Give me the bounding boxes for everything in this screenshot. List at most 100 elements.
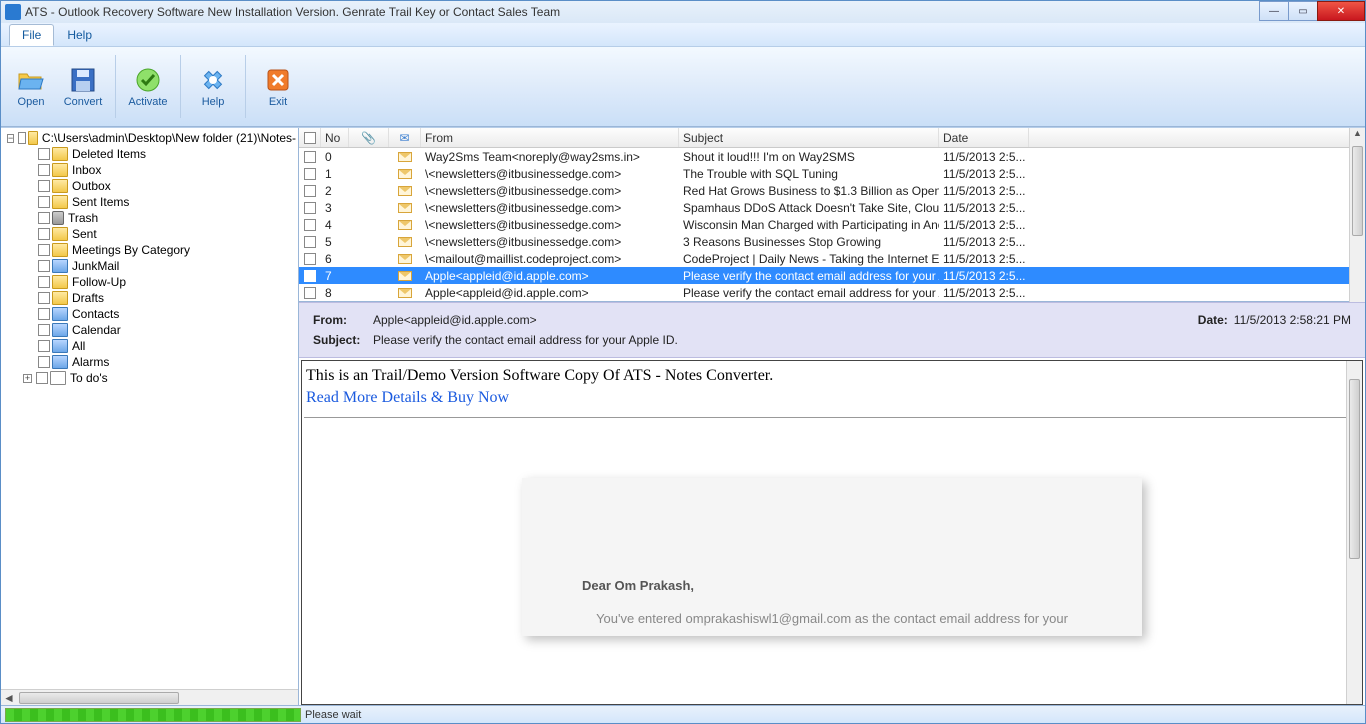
minimize-button[interactable]: —: [1259, 1, 1289, 21]
exit-icon: [264, 66, 292, 94]
tree-item[interactable]: Calendar: [21, 322, 298, 338]
cell-from: Apple<appleid@id.apple.com>: [421, 284, 679, 301]
tree-item[interactable]: JunkMail: [21, 258, 298, 274]
checkbox[interactable]: [38, 308, 50, 320]
tree-item-label: Trash: [66, 210, 98, 226]
horizontal-scrollbar[interactable]: ◄: [1, 689, 298, 705]
checkbox[interactable]: [38, 292, 50, 304]
convert-button[interactable]: Convert: [59, 51, 107, 122]
checkbox[interactable]: [38, 324, 50, 336]
column-checkbox[interactable]: [299, 128, 321, 147]
email-row[interactable]: 1 \<newsletters@itbusinessedge.com> The …: [299, 165, 1365, 182]
column-date[interactable]: Date: [939, 128, 1029, 147]
tree-root[interactable]: − C:\Users\admin\Desktop\New folder (21)…: [5, 130, 298, 146]
folder-open-icon: [17, 66, 45, 94]
tree-item[interactable]: Inbox: [21, 162, 298, 178]
menu-help[interactable]: Help: [54, 24, 105, 46]
folder-icon: [52, 179, 68, 193]
tree-item[interactable]: Sent: [21, 226, 298, 242]
checkbox[interactable]: [38, 196, 50, 208]
tree-item[interactable]: Outbox: [21, 178, 298, 194]
tree-item[interactable]: Trash: [21, 210, 298, 226]
email-row[interactable]: 2 \<newsletters@itbusinessedge.com> Red …: [299, 182, 1365, 199]
tree-item[interactable]: Sent Items: [21, 194, 298, 210]
tree-item[interactable]: Deleted Items: [21, 146, 298, 162]
checkbox[interactable]: [36, 372, 48, 384]
maximize-button[interactable]: ▭: [1288, 1, 1318, 21]
email-row[interactable]: 3 \<newsletters@itbusinessedge.com> Spam…: [299, 199, 1365, 216]
status-text: Please wait: [305, 709, 361, 721]
cell-date: 11/5/2013 2:5...: [939, 267, 1029, 284]
menu-file[interactable]: File: [9, 24, 54, 46]
divider: [304, 417, 1360, 418]
tree-item[interactable]: Alarms: [21, 354, 298, 370]
tree-item[interactable]: Drafts: [21, 290, 298, 306]
checkbox[interactable]: [304, 270, 316, 282]
checkbox[interactable]: [38, 260, 50, 272]
checkbox[interactable]: [38, 164, 50, 176]
checkbox[interactable]: [38, 180, 50, 192]
subject-value: Please verify the contact email address …: [373, 333, 1351, 347]
checkbox[interactable]: [304, 202, 316, 214]
checkbox[interactable]: [38, 244, 50, 256]
greeting: Dear Om Prakash,: [582, 578, 694, 593]
tree-item[interactable]: All: [21, 338, 298, 354]
checkbox[interactable]: [304, 219, 316, 231]
open-button[interactable]: Open: [7, 51, 55, 122]
column-envelope[interactable]: ✉: [389, 128, 421, 147]
checkbox[interactable]: [304, 287, 316, 299]
checkbox[interactable]: [38, 340, 50, 352]
tree-item[interactable]: Meetings By Category: [21, 242, 298, 258]
checkbox[interactable]: [38, 212, 50, 224]
collapse-icon[interactable]: −: [7, 134, 14, 143]
checkbox[interactable]: [38, 276, 50, 288]
close-button[interactable]: ✕: [1317, 1, 1365, 21]
preview-scrollbar[interactable]: [1346, 361, 1362, 704]
tree-item-label: Follow-Up: [70, 274, 126, 290]
checkbox[interactable]: [18, 132, 26, 144]
checkbox[interactable]: [304, 253, 316, 265]
checkbox[interactable]: [38, 148, 50, 160]
checkbox[interactable]: [304, 185, 316, 197]
folder-icon: [50, 371, 66, 385]
buy-now-link[interactable]: Read More Details & Buy Now: [302, 387, 1362, 417]
checkbox[interactable]: [38, 228, 50, 240]
cell-subject: Please verify the contact email address …: [679, 284, 939, 301]
tree-item-label: Drafts: [70, 290, 104, 306]
email-row[interactable]: 8 Apple<appleid@id.apple.com> Please ver…: [299, 284, 1365, 301]
email-row[interactable]: 4 \<newsletters@itbusinessedge.com> Wisc…: [299, 216, 1365, 233]
tree-item[interactable]: + To do's: [21, 370, 298, 386]
cell-from: \<newsletters@itbusinessedge.com>: [421, 233, 679, 250]
column-from[interactable]: From: [421, 128, 679, 147]
cell-date: 11/5/2013 2:5...: [939, 284, 1029, 301]
from-label: From:: [313, 313, 373, 327]
column-subject[interactable]: Subject: [679, 128, 939, 147]
tree-item[interactable]: Follow-Up: [21, 274, 298, 290]
open-label: Open: [18, 96, 45, 108]
cell-date: 11/5/2013 2:5...: [939, 250, 1029, 267]
folder-icon: [52, 195, 68, 209]
activate-button[interactable]: Activate: [124, 51, 172, 122]
checkbox[interactable]: [304, 236, 316, 248]
exit-button[interactable]: Exit: [254, 51, 302, 122]
column-no[interactable]: No: [321, 128, 349, 147]
column-attachment[interactable]: 📎: [349, 128, 389, 147]
checkbox[interactable]: [304, 168, 316, 180]
date-label: Date:: [1174, 313, 1234, 327]
tree-item-label: Calendar: [70, 322, 121, 338]
folder-icon: [52, 307, 68, 321]
tree-item-label: To do's: [68, 370, 108, 386]
expand-icon[interactable]: +: [23, 374, 32, 383]
email-row[interactable]: 5 \<newsletters@itbusinessedge.com> 3 Re…: [299, 233, 1365, 250]
checkbox[interactable]: [38, 356, 50, 368]
window-title: ATS - Outlook Recovery Software New Inst…: [25, 5, 1260, 19]
email-row[interactable]: 0 Way2Sms Team<noreply@way2sms.in> Shout…: [299, 148, 1365, 165]
folder-icon: [52, 227, 68, 241]
ribbon-separator: [180, 55, 181, 118]
email-row[interactable]: 6 \<mailout@maillist.codeproject.com> Co…: [299, 250, 1365, 267]
help-button[interactable]: Help: [189, 51, 237, 122]
vertical-scrollbar[interactable]: ▲: [1349, 128, 1365, 302]
checkbox[interactable]: [304, 151, 316, 163]
tree-item[interactable]: Contacts: [21, 306, 298, 322]
email-row[interactable]: 7 Apple<appleid@id.apple.com> Please ver…: [299, 267, 1365, 284]
